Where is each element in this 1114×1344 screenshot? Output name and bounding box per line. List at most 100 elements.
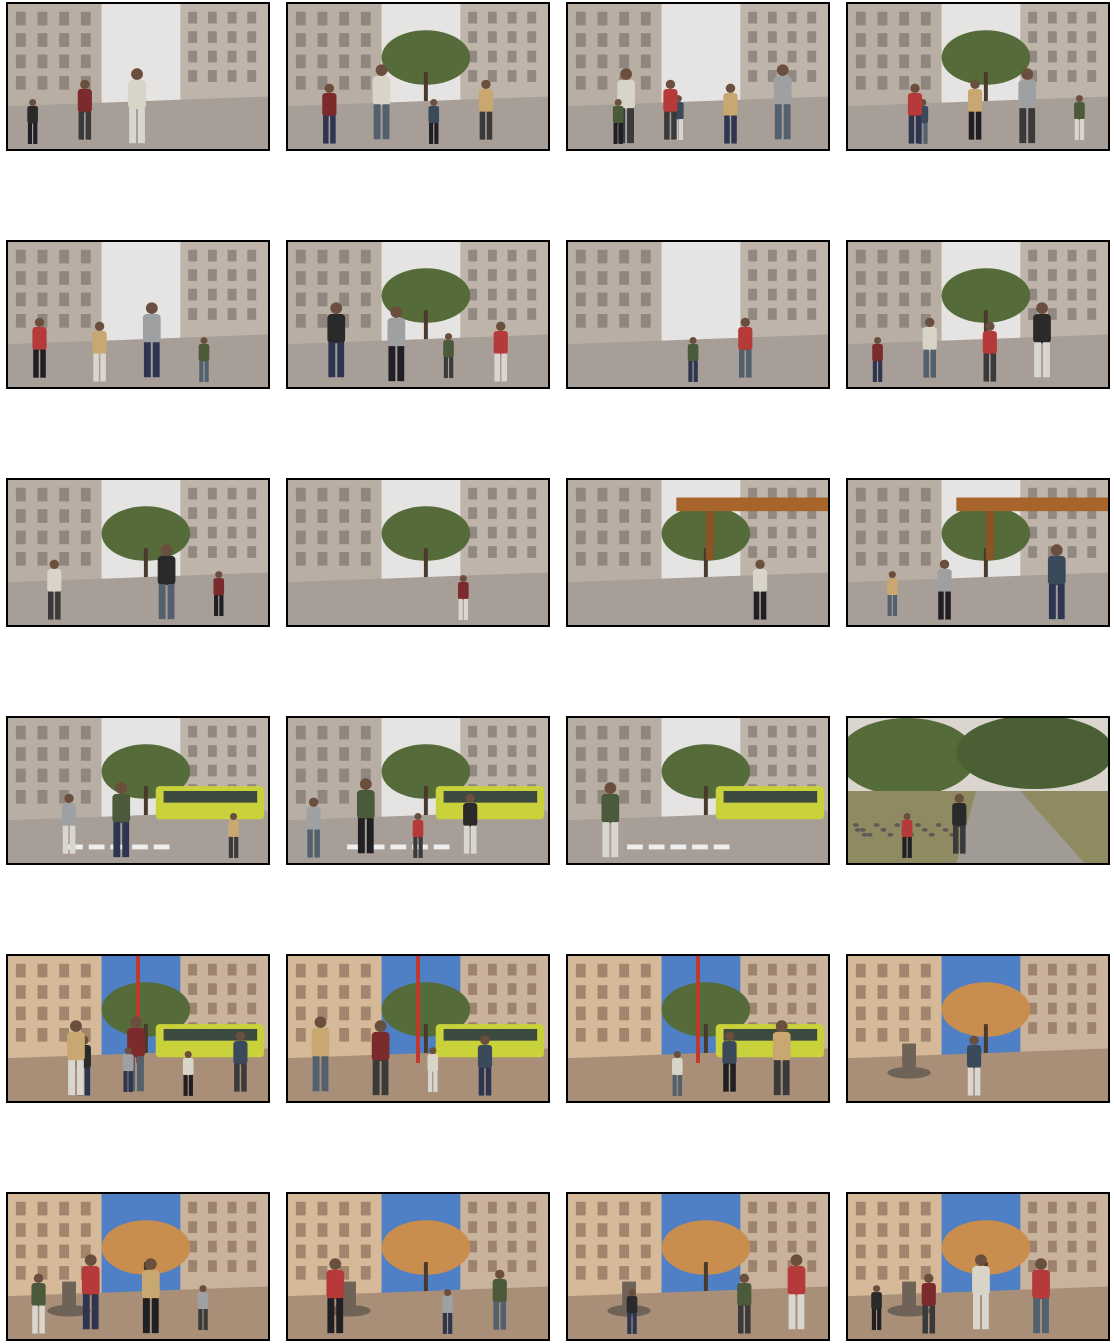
street-scene-photo	[568, 4, 828, 149]
window	[807, 1260, 817, 1272]
window	[360, 963, 371, 978]
window	[227, 50, 237, 63]
window	[360, 314, 371, 328]
window	[1067, 546, 1077, 558]
window	[748, 1260, 758, 1272]
window	[527, 50, 537, 63]
window	[619, 314, 630, 328]
window	[360, 11, 371, 26]
window	[640, 271, 651, 285]
window	[37, 1244, 48, 1259]
window	[360, 1201, 371, 1216]
window	[59, 747, 70, 761]
window	[468, 31, 478, 43]
crosswalk-stripe	[627, 844, 643, 850]
window	[80, 509, 91, 523]
window	[619, 1028, 630, 1042]
window	[59, 530, 70, 545]
window	[575, 1266, 586, 1280]
window	[877, 1244, 888, 1259]
window	[15, 552, 26, 566]
window	[807, 269, 817, 281]
window	[877, 1266, 888, 1280]
window	[360, 530, 371, 545]
window	[207, 764, 217, 777]
window	[37, 292, 48, 307]
window	[575, 271, 586, 285]
street-scene-photo	[288, 242, 548, 387]
window	[855, 552, 866, 566]
red-pole	[416, 956, 420, 1064]
video-frame-thumbnail	[6, 2, 270, 151]
window	[787, 1221, 797, 1233]
window	[1067, 50, 1077, 63]
window	[188, 11, 198, 24]
window	[920, 1201, 931, 1216]
street-scene-photo	[848, 4, 1108, 149]
window	[339, 11, 350, 26]
window	[507, 764, 517, 777]
window	[1087, 1201, 1097, 1214]
window	[575, 1028, 586, 1042]
window	[877, 33, 888, 47]
window	[899, 552, 910, 566]
video-frame-thumbnail	[6, 1192, 270, 1341]
window	[188, 546, 198, 558]
window	[619, 985, 630, 999]
window	[527, 1240, 537, 1253]
window	[317, 552, 328, 566]
window	[748, 70, 758, 82]
window	[1067, 963, 1077, 976]
window	[767, 1221, 777, 1233]
window	[339, 54, 350, 69]
window	[227, 745, 237, 757]
window	[188, 1201, 198, 1214]
window	[80, 1223, 91, 1237]
window	[80, 552, 91, 566]
street-scene-photo	[848, 242, 1108, 387]
window	[855, 1201, 866, 1216]
window	[1028, 11, 1038, 24]
window	[188, 308, 198, 320]
window	[575, 790, 586, 804]
video-frame-thumbnail	[286, 954, 550, 1103]
window	[247, 963, 257, 976]
window	[227, 983, 237, 995]
window	[59, 271, 70, 285]
window	[507, 963, 517, 976]
window	[855, 1244, 866, 1259]
window	[527, 745, 537, 757]
window	[317, 487, 328, 502]
window	[899, 530, 910, 545]
window	[37, 768, 48, 783]
window	[487, 546, 497, 558]
window	[360, 54, 371, 69]
window	[1047, 70, 1057, 82]
window	[787, 963, 797, 976]
window	[360, 1006, 371, 1021]
window	[640, 487, 651, 502]
window	[575, 487, 586, 502]
window	[247, 1240, 257, 1253]
window	[507, 70, 517, 82]
window	[807, 11, 817, 24]
window	[920, 1244, 931, 1259]
video-frame-thumbnail	[846, 478, 1110, 627]
window	[295, 292, 306, 307]
window	[507, 288, 517, 301]
pigeon	[921, 827, 928, 832]
window	[507, 11, 517, 24]
window	[640, 1028, 651, 1042]
window	[15, 1201, 26, 1216]
window	[748, 249, 758, 262]
window	[227, 288, 237, 301]
window	[207, 50, 217, 63]
video-frame-thumbnail	[566, 1192, 830, 1341]
window	[877, 1201, 888, 1216]
window	[227, 1201, 237, 1214]
window	[527, 70, 537, 82]
window	[767, 1201, 777, 1214]
window	[527, 983, 537, 995]
window	[767, 31, 777, 43]
window	[295, 487, 306, 502]
